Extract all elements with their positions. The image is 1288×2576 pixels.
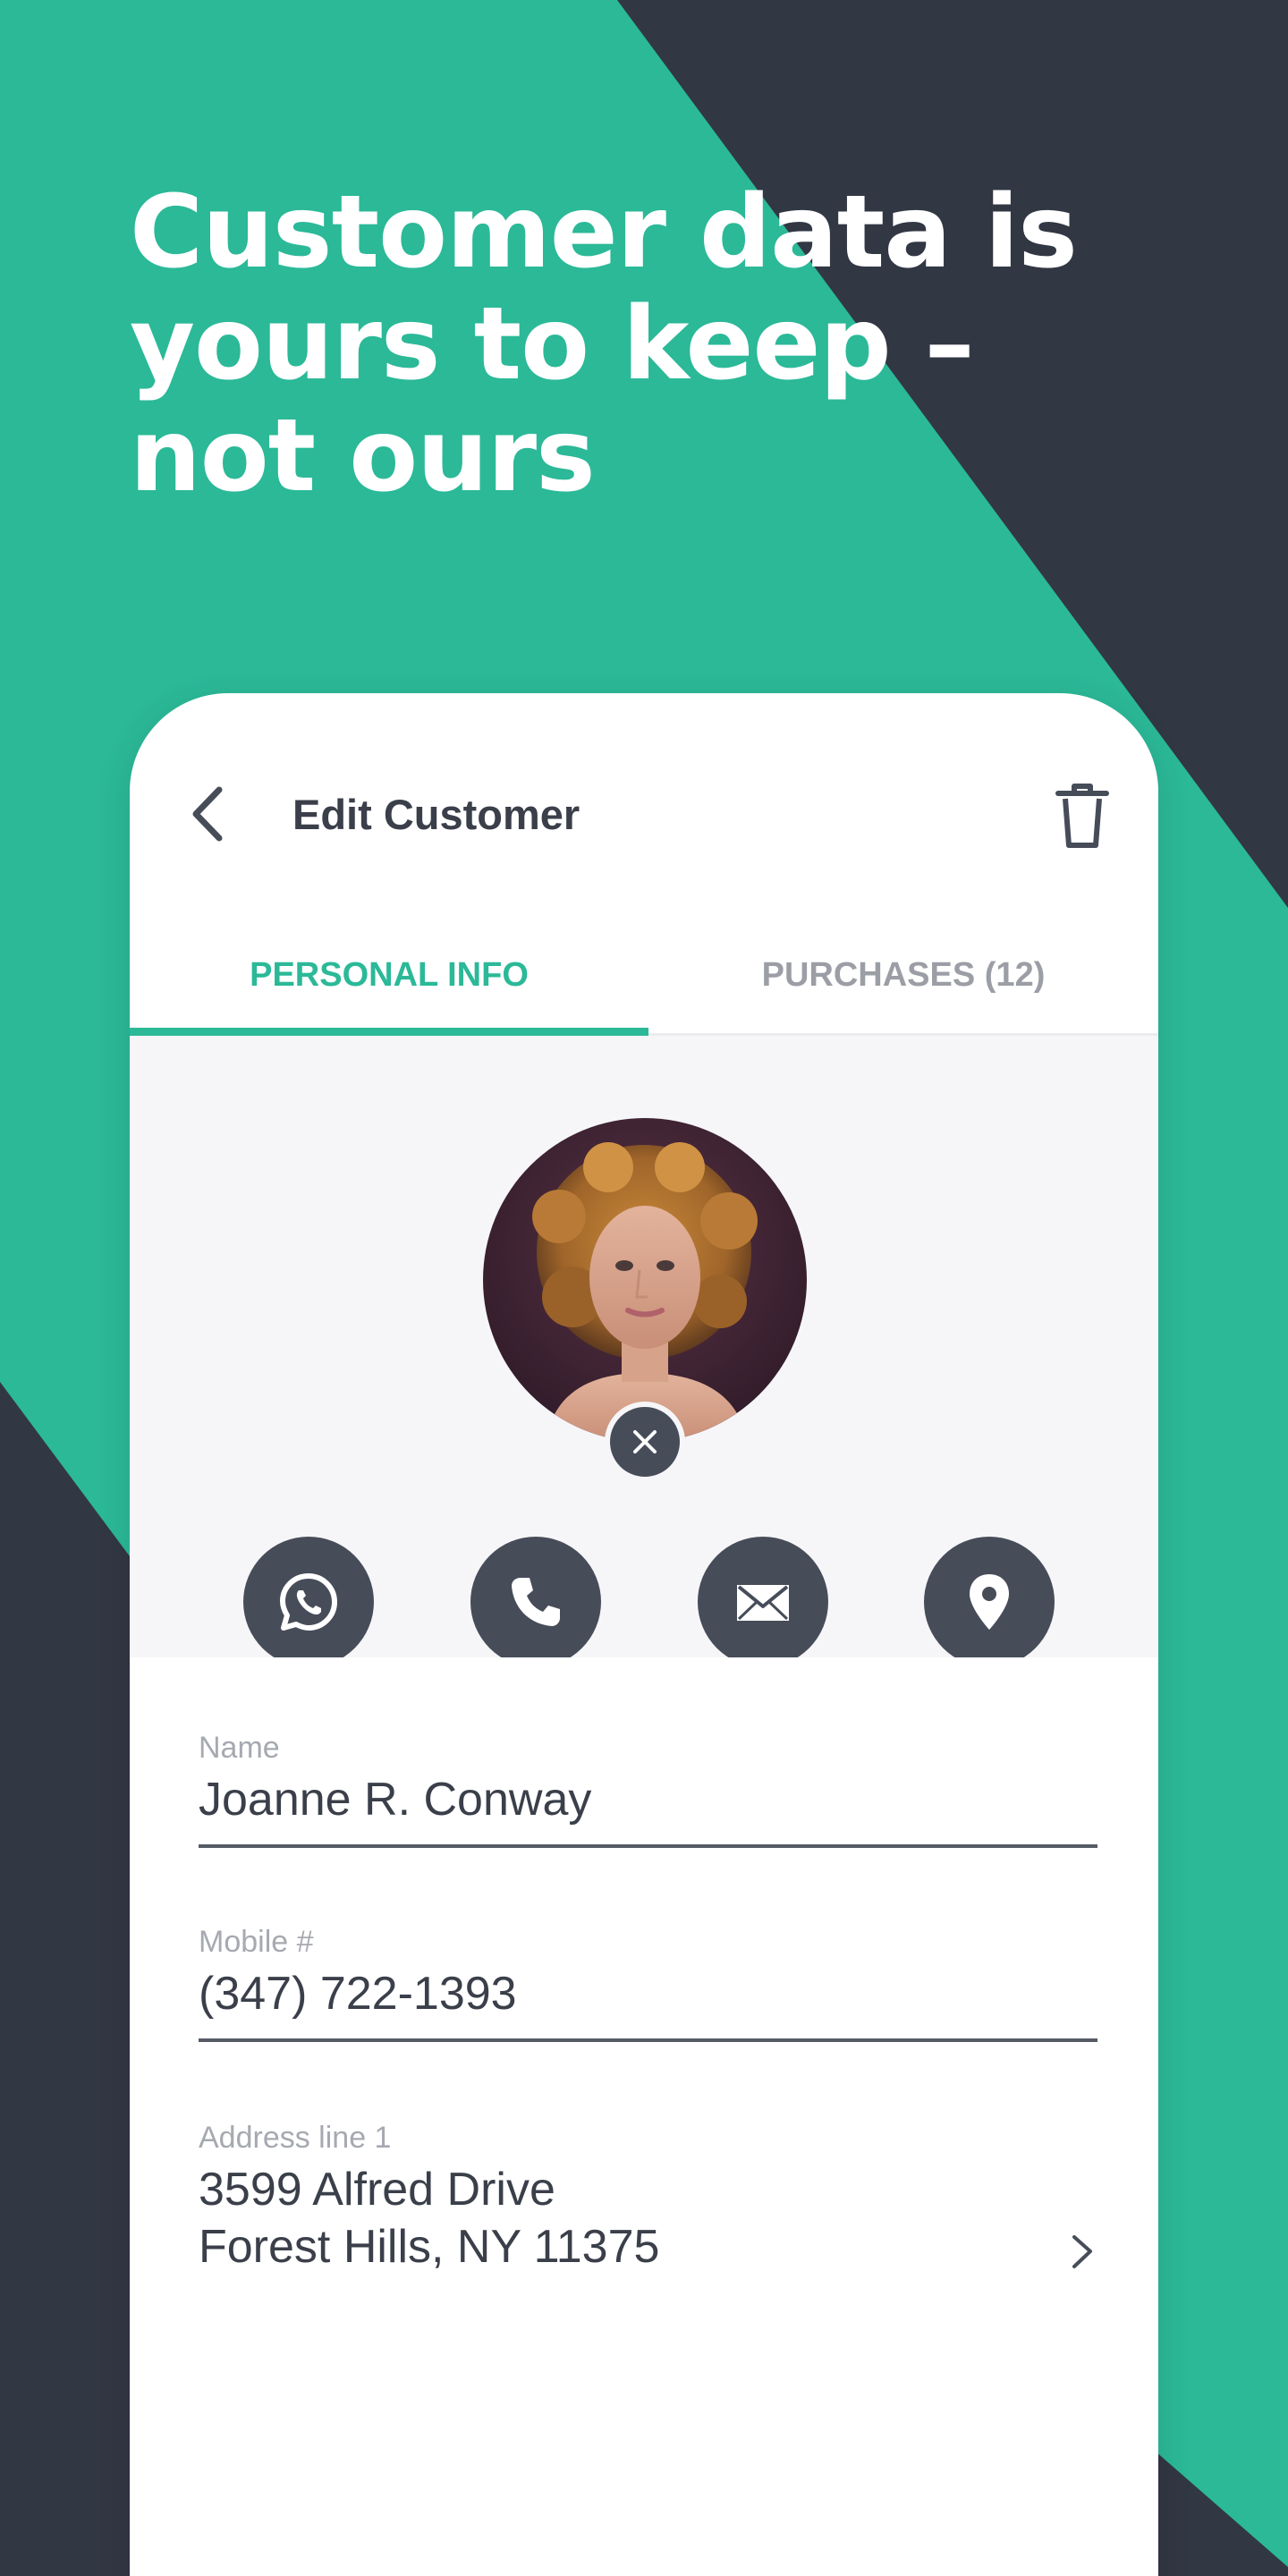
trash-icon [1055,784,1109,848]
phone-screen: Edit Customer PERSONAL INFO PURCHASES (1… [130,693,1158,2576]
mobile-underline [199,2038,1097,2042]
email-icon [737,1585,789,1621]
chevron-right-icon[interactable] [1069,2232,1096,2272]
mobile-field[interactable]: Mobile # (347) 722-1393 [199,1925,1097,2042]
whatsapp-icon [280,1573,337,1631]
email-button[interactable] [698,1537,828,1667]
customer-form: Name Joanne R. Conway Mobile # (347) 722… [130,1657,1158,2576]
location-button[interactable] [924,1537,1055,1667]
mobile-label: Mobile # [199,1925,314,1959]
active-tab-indicator [130,1028,648,1036]
name-input[interactable]: Joanne R. Conway [199,1771,1097,1828]
address-line-2: Forest Hills, NY 11375 [199,2221,660,2273]
tab-bar: PERSONAL INFO PURCHASES (12) [130,917,1158,1036]
tab-purchases[interactable]: PURCHASES (12) [648,917,1158,1030]
profile-header [130,1036,1158,1667]
whatsapp-button[interactable] [243,1537,374,1667]
mobile-input[interactable]: (347) 722-1393 [199,1965,1097,2022]
location-pin-icon [970,1574,1009,1630]
app-bar: Edit Customer [130,693,1158,917]
address-label: Address line 1 [199,2121,392,2155]
back-button[interactable] [183,783,237,845]
name-field[interactable]: Name Joanne R. Conway [199,1731,1097,1848]
address-line-1: 3599 Alfred Drive [199,2164,555,2216]
call-button[interactable] [470,1537,601,1667]
phone-icon [512,1578,560,1626]
delete-button[interactable] [1051,783,1114,850]
tab-personal-info[interactable]: PERSONAL INFO [130,917,648,1030]
name-label: Name [199,1731,280,1765]
close-icon [633,1430,657,1453]
name-underline [199,1844,1097,1848]
avatar[interactable] [483,1118,807,1442]
address-field[interactable]: Address line 1 3599 Alfred Drive Forest … [199,2121,1097,2275]
customer-photo [483,1118,807,1442]
chevron-left-icon [192,786,223,842]
page-title: Edit Customer [292,791,580,838]
headline: Customer data is yours to keep – not our… [130,174,1078,514]
remove-photo-button[interactable] [605,1402,685,1482]
